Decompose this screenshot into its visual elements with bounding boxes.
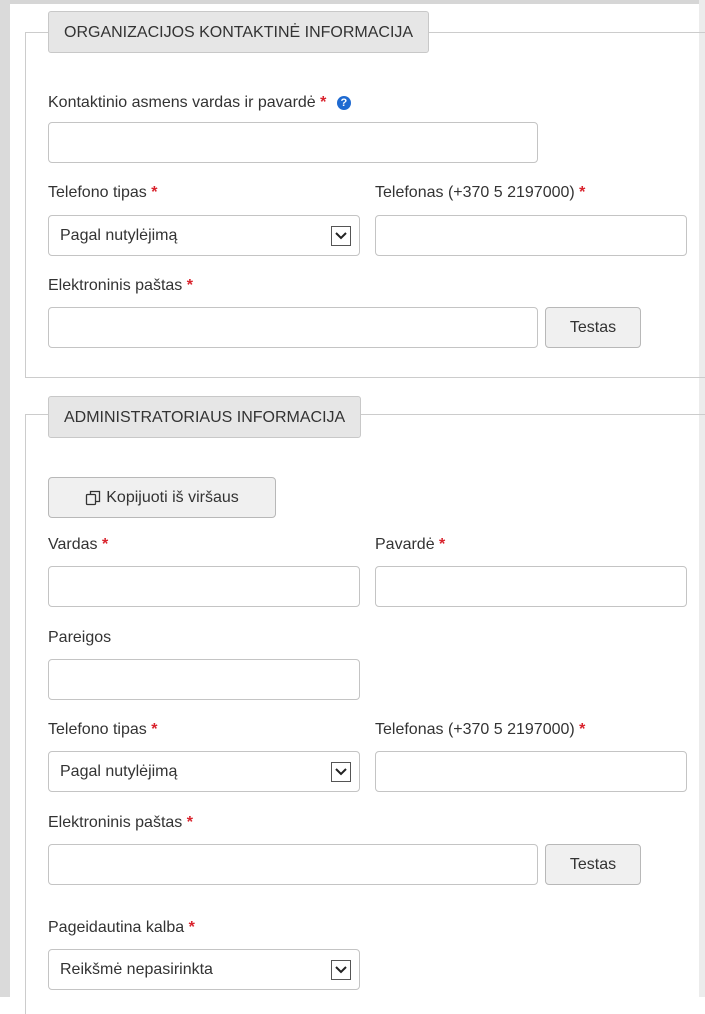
org-email-label: Elektroninis paštas * (48, 277, 193, 294)
copy-icon (85, 490, 101, 506)
org-phone-input[interactable] (375, 215, 687, 256)
chevron-down-icon[interactable] (331, 761, 351, 782)
admin-email-test-button[interactable]: Testas (545, 844, 641, 885)
admin-phone-type-select[interactable]: Pagal nutylėjimą (48, 751, 360, 792)
last-name-input[interactable] (375, 566, 687, 607)
admin-email-input[interactable] (48, 844, 538, 885)
org-phone-type-label: Telefono tipas * (48, 184, 158, 201)
required-mark: * (151, 721, 158, 738)
admin-phone-type-value: Pagal nutylėjimą (60, 762, 178, 780)
required-mark: * (579, 721, 586, 738)
required-mark: * (101, 536, 109, 553)
admin-phone-input[interactable] (375, 751, 687, 792)
required-mark: * (188, 919, 195, 936)
position-label: Pareigos (48, 629, 112, 646)
org-phone-type-value: Pagal nutylėjimą (60, 226, 178, 244)
required-mark: * (439, 536, 446, 553)
first-name-label: Vardas * (48, 536, 109, 553)
admin-phone-type-label: Telefono tipas * (48, 721, 158, 738)
last-name-label: Pavardė * (375, 536, 446, 553)
org-email-test-button[interactable]: Testas (545, 307, 641, 348)
org-phone-label: Telefonas (+370 5 2197000) * (375, 184, 586, 201)
org-email-input[interactable] (48, 307, 538, 348)
copy-from-above-button[interactable]: Kopijuoti iš viršaus (48, 477, 276, 518)
admin-legend: ADMINISTRATORIAUS INFORMACIJA (48, 396, 362, 438)
required-mark: * (579, 184, 586, 201)
org-phone-type-select[interactable]: Pagal nutylėjimą (48, 215, 360, 256)
position-input[interactable] (48, 659, 360, 700)
admin-phone-label: Telefonas (+370 5 2197000) * (375, 721, 586, 738)
contact-name-input[interactable] (48, 122, 538, 163)
chevron-down-icon[interactable] (331, 225, 351, 246)
language-label: Pageidautina kalba * (48, 919, 195, 936)
required-mark: * (151, 184, 158, 201)
top-edge (0, 0, 705, 4)
question-circle-icon[interactable]: ? (336, 96, 351, 110)
language-value: Reikšmė nepasirinkta (60, 960, 213, 978)
left-edge (0, 0, 10, 997)
chevron-down-icon[interactable] (331, 959, 351, 980)
required-mark: * (186, 814, 193, 831)
org-contact-legend: ORGANIZACIJOS KONTAKTINĖ INFORMACIJA (48, 11, 430, 53)
contact-name-label: Kontaktinio asmens vardas ir pavardė * ? (48, 94, 351, 112)
language-select[interactable]: Reikšmė nepasirinkta (48, 949, 360, 990)
admin-email-label: Elektroninis paštas * (48, 814, 193, 831)
required-mark: * (186, 277, 193, 294)
first-name-input[interactable] (48, 566, 360, 607)
required-mark: * (320, 94, 327, 111)
